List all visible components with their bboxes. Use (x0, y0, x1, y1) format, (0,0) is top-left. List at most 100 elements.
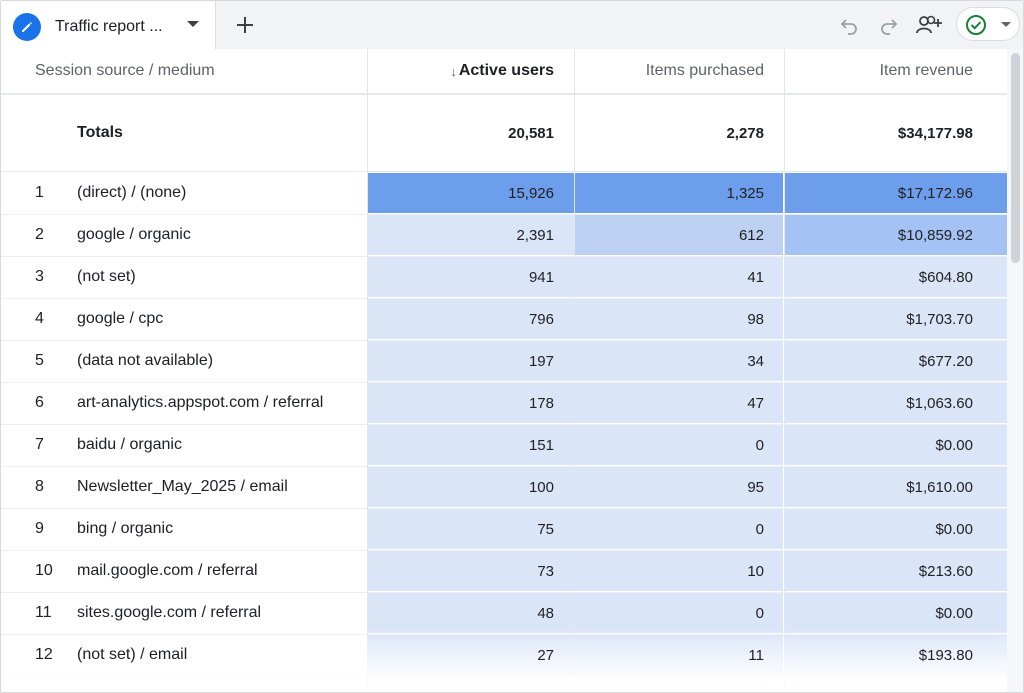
row-active-users: 73 (537, 562, 554, 580)
row-index: 6 (35, 394, 44, 411)
row-active-users: 100 (528, 478, 554, 496)
row-source: Newsletter_May_2025 / email (77, 478, 288, 495)
row-items-purchased: 95 (747, 478, 764, 496)
row-item-revenue: $677.20 (918, 352, 973, 370)
row-items-purchased: 98 (747, 310, 764, 328)
row-index: 2 (35, 226, 44, 243)
pencil-icon[interactable] (13, 13, 41, 41)
row-index: 11 (35, 604, 52, 621)
row-items-purchased: 41 (747, 268, 764, 286)
totals-label: Totals (77, 124, 123, 141)
row-items-purchased: 10 (747, 562, 764, 580)
row-active-users: 941 (528, 268, 554, 286)
column-header-item-revenue[interactable]: Item revenue (784, 49, 1007, 93)
table-row[interactable]: 10 mail.google.com / referral 73 10 $213.60 (1, 550, 1007, 593)
redo-icon (881, 19, 898, 35)
share-button[interactable] (913, 11, 945, 39)
column-header-label: Active users (458, 62, 554, 79)
row-source: (direct) / (none) (77, 184, 187, 201)
report-window: Traffic report ... Session source / medi… (0, 0, 1024, 693)
column-header-items-purchased[interactable]: Items purchased (574, 49, 784, 93)
row-active-users: 796 (528, 310, 554, 328)
row-items-purchased: 34 (747, 352, 764, 370)
row-active-users: 27 (537, 646, 554, 664)
row-item-revenue: $1,703.70 (906, 310, 973, 328)
row-item-revenue: $213.60 (918, 562, 973, 580)
table-header: Session source / medium ↓ Active users I… (1, 49, 1007, 95)
row-active-users: 197 (528, 352, 554, 370)
plus-icon (237, 17, 253, 33)
row-active-users: 178 (528, 394, 554, 412)
table-row[interactable]: 8 Newsletter_May_2025 / email 100 95 $1,610.… (1, 466, 1007, 509)
row-item-revenue: $193.80 (918, 646, 973, 664)
row-index: 12 (35, 646, 53, 663)
row-source: sites.google.com / referral (77, 604, 262, 621)
table-row[interactable]: 5 (data not available) 197 34 $677.20 (1, 340, 1007, 383)
row-item-revenue: $17,172.96 (897, 184, 973, 202)
row-source: baidu / organic (77, 436, 182, 453)
table-row[interactable]: 11 sites.google.com / referral 48 0 $0.00 (1, 592, 1007, 635)
totals-item-revenue: $34,177.98 (897, 124, 973, 142)
row-active-users: 75 (537, 520, 554, 538)
row-active-users: 48 (537, 604, 554, 622)
status-dropdown[interactable] (956, 7, 1020, 41)
chevron-down-icon[interactable] (187, 21, 199, 27)
row-source: art-analytics.appspot.com / referral (77, 394, 324, 411)
row-source: (not set) / email (77, 646, 188, 663)
chevron-down-icon[interactable] (1001, 22, 1011, 27)
row-active-users: 15,926 (508, 184, 554, 202)
table-row[interactable]: 9 bing / organic 75 0 $0.00 (1, 508, 1007, 551)
row-active-users: 151 (528, 436, 554, 454)
row-index: 10 (35, 562, 53, 579)
check-circle-icon (966, 15, 986, 35)
row-index: 9 (35, 520, 44, 537)
row-items-purchased: 11 (748, 646, 764, 664)
row-source: google / organic (77, 226, 191, 243)
row-items-purchased: 0 (755, 604, 764, 622)
row-index: 7 (35, 436, 44, 453)
table-row[interactable]: 1 (direct) / (none) 15,926 1,325 $17,172.96 (1, 172, 1007, 215)
row-active-users: 2,391 (516, 226, 554, 244)
row-source: (not set) (77, 268, 136, 285)
totals-active-users: 20,581 (508, 124, 554, 142)
table-row[interactable]: 12 (not set) / email 27 11 $193.80 (1, 634, 1007, 677)
scrollbar-thumb[interactable] (1011, 53, 1020, 263)
table-row[interactable]: 3 (not set) 941 41 $604.80 (1, 256, 1007, 299)
row-item-revenue: $10,859.92 (897, 226, 973, 244)
totals-items-purchased: 2,278 (726, 124, 764, 142)
row-index: 3 (35, 268, 44, 285)
row-index: 4 (35, 310, 44, 327)
row-item-revenue: $604.80 (918, 268, 973, 286)
row-index: 8 (35, 478, 44, 495)
row-item-revenue: $1,063.60 (906, 394, 973, 412)
row-items-purchased: 0 (755, 436, 764, 454)
tab-bar: Traffic report ... (1, 1, 1023, 49)
column-header-source[interactable]: Session source / medium (35, 49, 365, 93)
row-index: 1 (35, 184, 44, 201)
row-source: google / cpc (77, 310, 164, 327)
row-source: mail.google.com / referral (77, 562, 258, 579)
row-item-revenue: $0.00 (935, 520, 973, 538)
table-row[interactable]: 2 google / organic 2,391 612 $10,859.92 (1, 214, 1007, 257)
add-tab-button[interactable] (216, 1, 274, 49)
row-source: bing / organic (77, 520, 174, 537)
table-row[interactable]: 4 google / cpc 796 98 $1,703.70 (1, 298, 1007, 341)
totals-row: Totals 20,581 2,278 $34,177.98 (1, 95, 1007, 172)
column-header-active-users[interactable]: ↓ Active users (367, 49, 574, 93)
table-row[interactable]: 7 baidu / organic 151 0 $0.00 (1, 424, 1007, 467)
row-items-purchased: 612 (738, 226, 764, 244)
row-source: (data not available) (77, 352, 214, 369)
tab-title: Traffic report ... (55, 18, 163, 35)
row-items-purchased: 1,325 (726, 184, 764, 202)
table-row[interactable]: 6 art-analytics.appspot.com / referral 178… (1, 382, 1007, 425)
undo-icon (840, 19, 857, 35)
row-index: 5 (35, 352, 44, 369)
add-user-icon (916, 15, 942, 34)
row-item-revenue: $0.00 (935, 604, 973, 622)
row-items-purchased: 47 (747, 394, 764, 412)
row-item-revenue: $0.00 (935, 436, 973, 454)
redo-button[interactable] (875, 11, 903, 39)
undo-button[interactable] (835, 11, 863, 39)
row-items-purchased: 0 (755, 520, 764, 538)
tab-traffic-report[interactable]: Traffic report ... (1, 1, 216, 49)
